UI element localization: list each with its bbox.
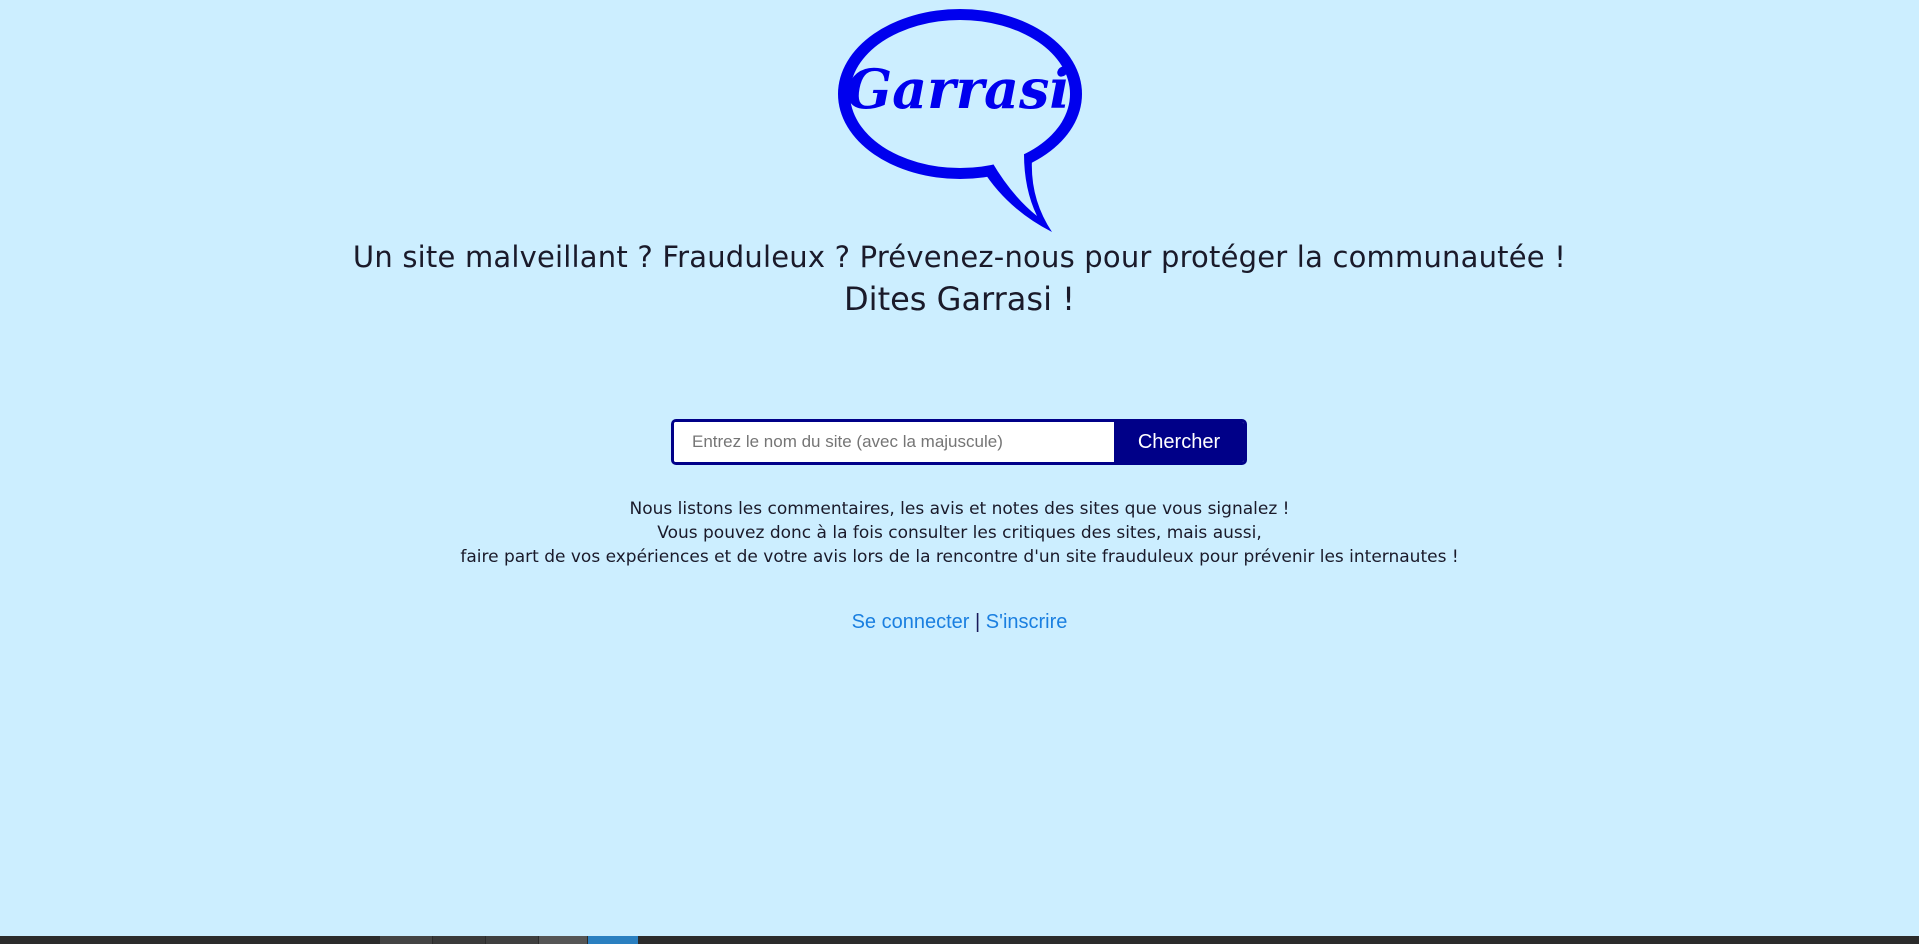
slogan: Dites Garrasi ! <box>844 280 1075 318</box>
page: Garrasi Un site malveillant ? Frauduleux… <box>0 0 1919 944</box>
auth-separator: | <box>975 611 981 633</box>
description: Nous listons les commentaires, les avis … <box>0 497 1919 569</box>
taskbar-item-active[interactable] <box>588 936 638 944</box>
description-line-2: Vous pouvez donc à la fois consulter les… <box>657 523 1262 543</box>
taskbar-item[interactable] <box>486 936 538 944</box>
signup-link[interactable]: S'inscrire <box>986 611 1068 633</box>
search-input[interactable] <box>674 422 1114 462</box>
description-line-1: Nous listons les commentaires, les avis … <box>629 499 1290 519</box>
search-button[interactable]: Chercher <box>1114 422 1244 462</box>
logo-text: Garrasi <box>846 57 1070 121</box>
auth-links: Se connecter | S'inscrire <box>0 611 1919 634</box>
taskbar-item[interactable] <box>433 936 485 944</box>
taskbar-item[interactable] <box>539 936 587 944</box>
speech-bubble-logo-icon: Garrasi <box>838 9 1082 232</box>
login-link[interactable]: Se connecter <box>852 611 970 633</box>
taskbar-item[interactable] <box>380 936 432 944</box>
tagline: Un site malveillant ? Frauduleux ? Préve… <box>352 240 1567 274</box>
search-form: Chercher <box>671 419 1247 465</box>
taskbar <box>0 936 1919 944</box>
logo[interactable]: Garrasi <box>832 4 1092 234</box>
description-line-3: faire part de vos expériences et de votr… <box>460 547 1459 567</box>
